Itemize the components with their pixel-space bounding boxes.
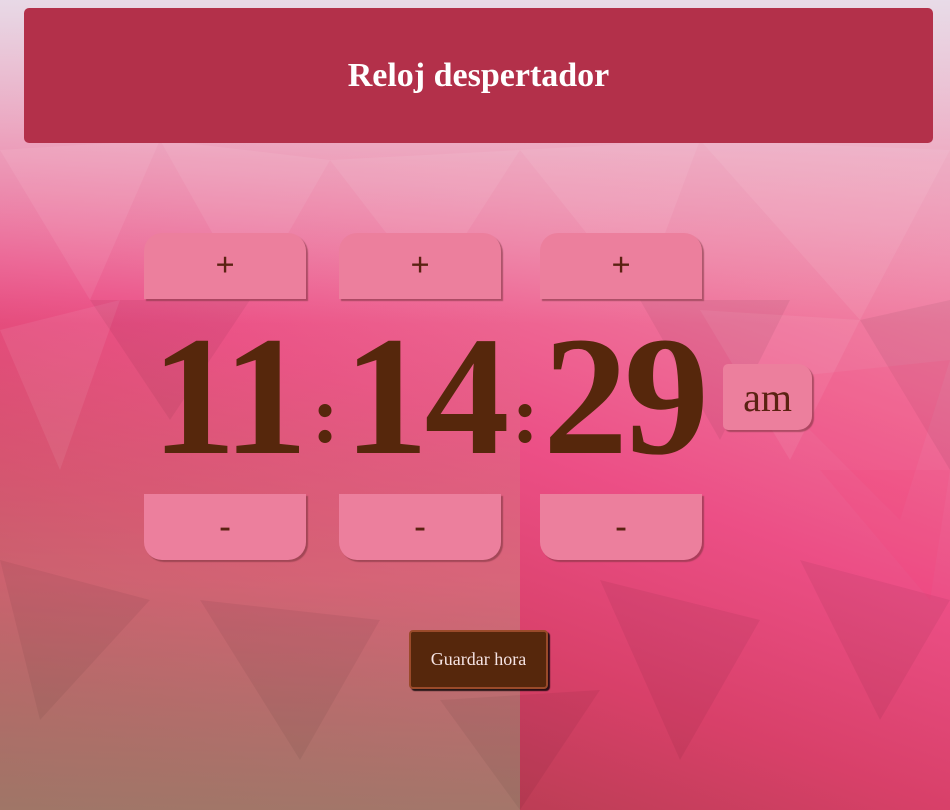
time-separator: : (312, 372, 339, 460)
seconds-decrement-button[interactable]: - (540, 494, 702, 560)
minutes-decrement-button[interactable]: - (339, 494, 501, 560)
hours-decrement-button[interactable]: - (144, 494, 306, 560)
seconds-display: 29 (543, 302, 709, 490)
time-separator: : (512, 372, 539, 460)
save-time-button[interactable]: Guardar hora (409, 630, 548, 689)
app-header: Reloj despertador (24, 8, 933, 143)
minutes-display: 14 (343, 302, 510, 490)
hours-display: 11 (151, 302, 308, 490)
page-title: Reloj despertador (347, 56, 610, 94)
hours-increment-button[interactable]: + (144, 233, 306, 299)
am-pm-toggle[interactable]: am (723, 364, 812, 430)
minutes-increment-button[interactable]: + (339, 233, 501, 299)
seconds-increment-button[interactable]: + (540, 233, 702, 299)
